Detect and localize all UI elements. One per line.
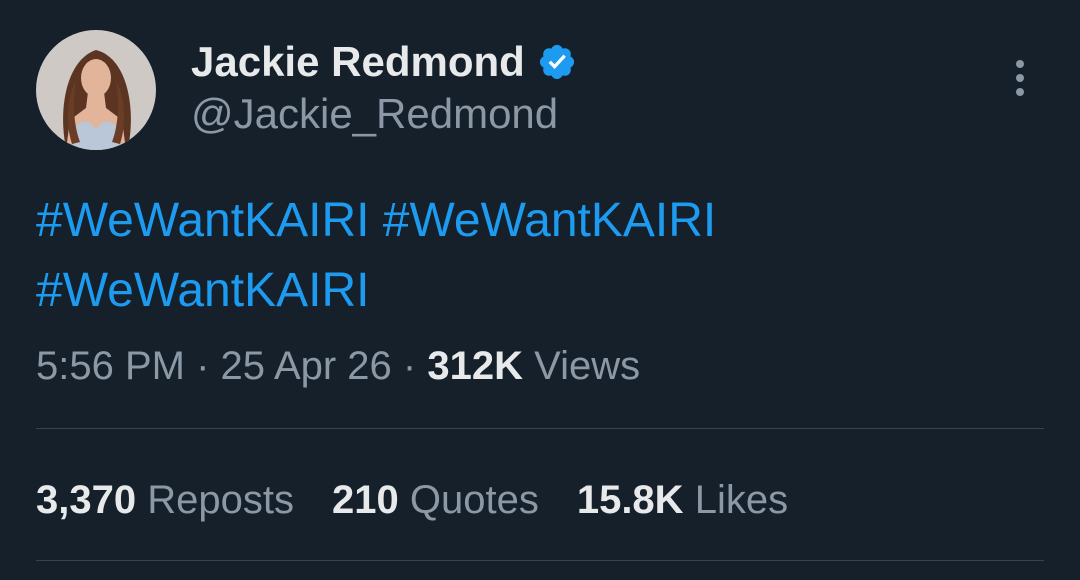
tweet-date[interactable]: 25 Apr 26 — [221, 344, 392, 388]
tweet-meta: 5:56 PM · 25 Apr 26 · 312K Views — [36, 338, 640, 394]
likes-label: Likes — [694, 478, 789, 522]
tweet-detail: Jackie Redmond @Jackie_Redmond #WeWantKA… — [0, 0, 1080, 580]
quotes-count: 210 — [331, 478, 399, 522]
views-label: Views — [534, 344, 641, 388]
avatar[interactable] — [36, 30, 156, 150]
tweet-time[interactable]: 5:56 PM — [36, 344, 185, 388]
reposts-label: Reposts — [147, 478, 294, 522]
likes-count: 15.8K — [576, 478, 684, 522]
meta-separator: · — [402, 344, 417, 388]
hashtag-link[interactable]: #WeWantKAIRI — [36, 264, 369, 317]
reposts-count: 3,370 — [36, 478, 137, 522]
avatar-photo — [36, 30, 156, 150]
verified-badge-icon — [539, 44, 574, 80]
divider — [36, 428, 1044, 429]
views-count: 312K — [427, 344, 523, 388]
likes-stat[interactable]: 15.8K Likes — [577, 472, 788, 528]
hashtag-link[interactable]: #WeWantKAIRI — [383, 194, 716, 247]
engagement-stats: 3,370 Reposts 210 Quotes 15.8K Likes — [36, 472, 826, 528]
divider — [36, 560, 1044, 561]
tweet-text: #WeWantKAIRI #WeWantKAIRI #WeWantKAIRI — [36, 186, 1036, 326]
hashtag-link[interactable]: #WeWantKAIRI — [36, 194, 369, 247]
author-handle[interactable]: @Jackie_Redmond — [191, 88, 558, 140]
more-vertical-icon[interactable] — [1000, 58, 1040, 98]
meta-separator: · — [196, 344, 210, 388]
author-display-name[interactable]: Jackie Redmond — [191, 37, 525, 87]
quotes-stat[interactable]: 210 Quotes — [332, 472, 539, 528]
reposts-stat[interactable]: 3,370 Reposts — [36, 472, 294, 528]
author-name-row: Jackie Redmond — [191, 37, 577, 87]
quotes-label: Quotes — [409, 478, 539, 522]
